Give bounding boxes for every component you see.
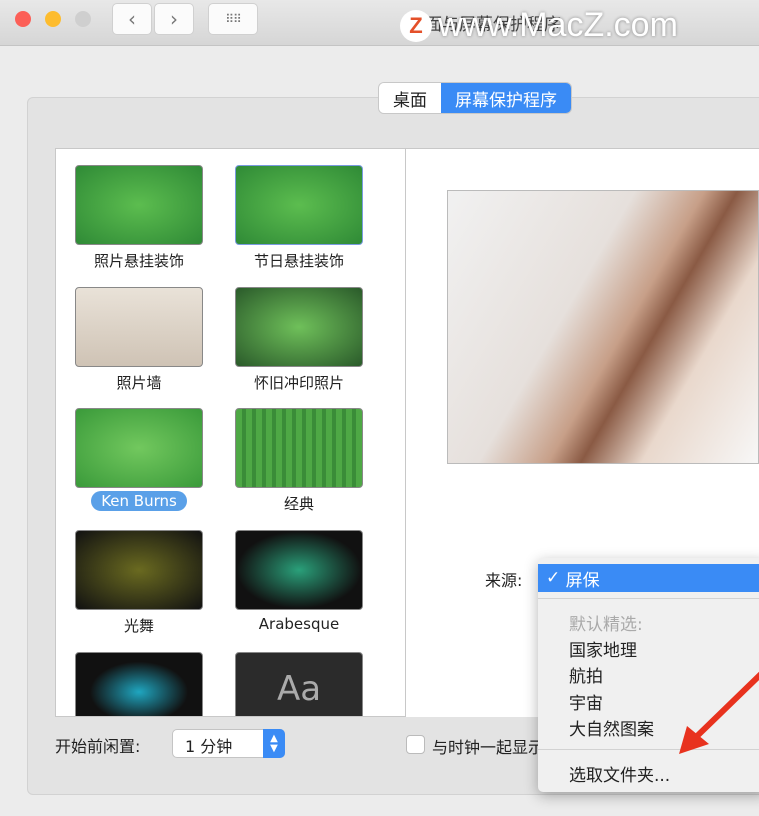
menu-item-choose-folder[interactable]: 选取文件夹... [569, 761, 670, 786]
thumb-photo-wall[interactable] [75, 287, 203, 367]
saver-label: Arabesque [258, 615, 340, 633]
annotation-arrow-icon [679, 671, 759, 754]
show-clock-checkbox[interactable] [406, 735, 425, 754]
thumb-arabesque[interactable] [235, 530, 363, 610]
watermark-logo-icon: Z [400, 9, 432, 42]
preview-image [447, 190, 759, 464]
menu-item-selected[interactable]: ✓ 屏保 [538, 564, 759, 592]
chevron-left-icon: ‹ [128, 7, 136, 31]
checkmark-icon: ✓ [546, 568, 566, 588]
tab-bar: 桌面 屏幕保护程序 [379, 83, 571, 113]
title-bar: ‹ › ⠿⠿ 面与屏幕保护程序 Zwww.MacZ.com [0, 0, 759, 46]
forward-button[interactable]: › [154, 3, 194, 35]
saver-label: 怀旧冲印照片 [253, 374, 344, 392]
thumb-flurry[interactable] [75, 530, 203, 610]
menu-section-header: 默认精选: [569, 615, 643, 635]
saver-label: 光舞 [123, 617, 154, 635]
menu-item[interactable]: 航拍 [569, 662, 603, 687]
thumb-classic[interactable] [235, 408, 363, 488]
grid-icon: ⠿⠿ [225, 12, 242, 26]
menu-item[interactable]: 国家地理 [569, 636, 637, 661]
idle-time-select[interactable]: 1 分钟 ▲ ▼ [172, 729, 285, 758]
thumb-ken-burns[interactable] [75, 408, 203, 488]
menu-item[interactable]: 大自然图案 [569, 715, 654, 740]
thumb-vintage-prints[interactable] [235, 287, 363, 367]
show-clock-label: 与时钟一起显示 [432, 738, 538, 757]
minimize-button[interactable] [45, 11, 61, 27]
menu-separator [538, 598, 759, 599]
saver-label: 节日悬挂装饰 [253, 252, 344, 270]
thumb-holiday-hanging[interactable] [235, 165, 363, 245]
saver-label: 照片悬挂装饰 [93, 252, 184, 270]
saver-label: 照片墙 [116, 374, 162, 392]
menu-item[interactable]: 宇宙 [569, 689, 603, 714]
source-label: 来源: [485, 571, 523, 590]
thumb-photo-hanging[interactable] [75, 165, 203, 245]
saver-label-selected: Ken Burns [59, 491, 219, 511]
idle-label: 开始前闲置: [55, 737, 141, 756]
tab-screensaver[interactable]: 屏幕保护程序 [441, 83, 571, 113]
thumb-message[interactable]: Aa [235, 652, 363, 716]
zoom-button[interactable] [75, 11, 91, 27]
watermark: Zwww.MacZ.com [400, 6, 678, 45]
show-all-button[interactable]: ⠿⠿ [208, 3, 258, 35]
updown-chevron-icon: ▲ ▼ [263, 729, 285, 758]
close-button[interactable] [15, 11, 31, 27]
thumb-shell[interactable] [75, 652, 203, 716]
tab-desktop[interactable]: 桌面 [379, 83, 441, 113]
chevron-right-icon: › [170, 7, 178, 31]
saver-label: 经典 [283, 495, 314, 513]
back-button[interactable]: ‹ [112, 3, 152, 35]
screensaver-list[interactable]: 照片悬挂装饰 节日悬挂装饰 照片墙 怀旧冲印照片 Ken Burns 经典 光舞… [55, 148, 406, 717]
